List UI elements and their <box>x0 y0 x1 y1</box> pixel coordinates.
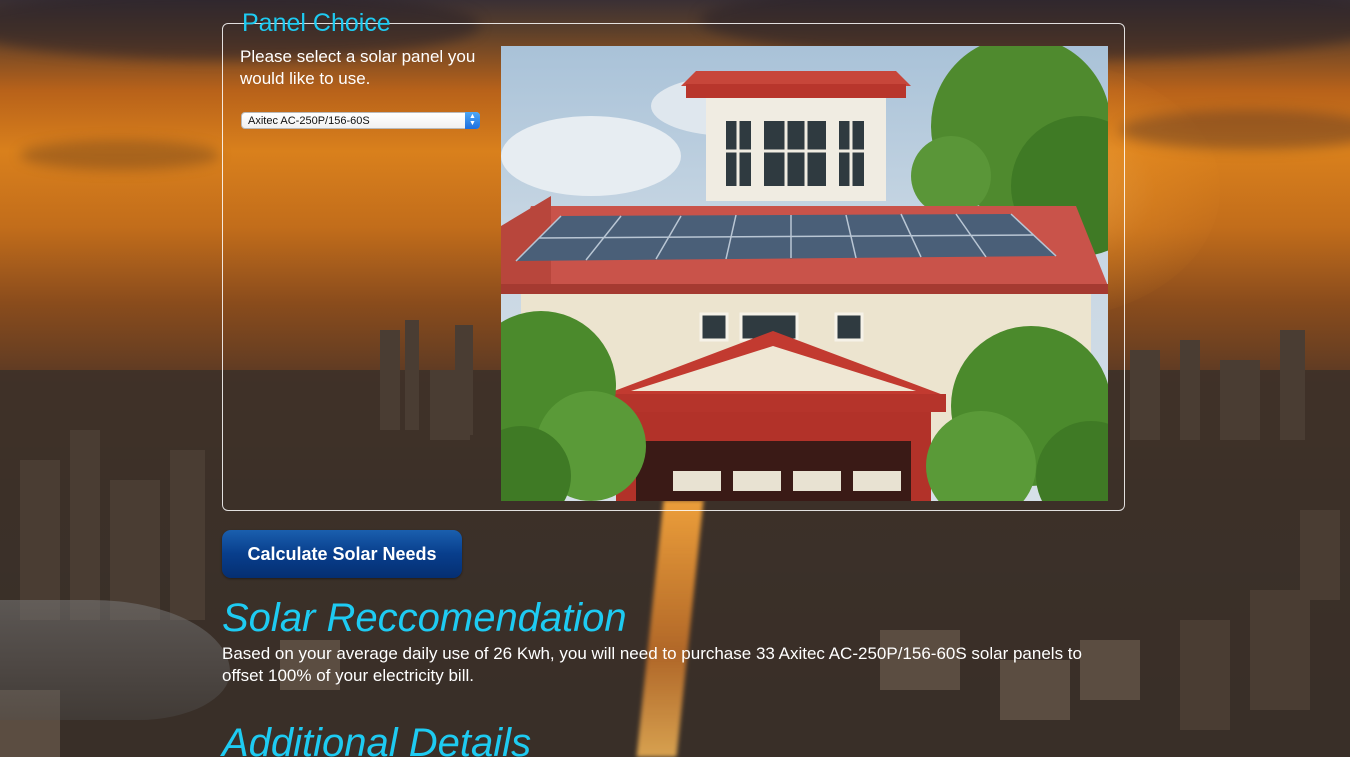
calculate-solar-needs-button[interactable]: Calculate Solar Needs <box>222 530 462 578</box>
house-illustration <box>501 46 1108 501</box>
panel-choice-legend: Panel Choice <box>242 9 391 37</box>
solar-recommendation-text: Based on your average daily use of 26 Kw… <box>222 644 1082 685</box>
solar-panel-select-value: Axitec AC-250P/156-60S <box>248 115 370 127</box>
solar-panel-select[interactable]: Axitec AC-250P/156-60S ▲ ▼ <box>241 112 480 129</box>
cloud <box>20 140 220 170</box>
panel-choice-prompt: Please select a solar panel you would li… <box>240 47 476 88</box>
additional-details-title: Additional Details <box>222 721 532 765</box>
select-arrows-icon: ▲ ▼ <box>465 112 480 129</box>
house-with-solar-panels-image <box>501 46 1108 501</box>
solar-recommendation-title: Solar Reccomendation <box>222 596 627 640</box>
